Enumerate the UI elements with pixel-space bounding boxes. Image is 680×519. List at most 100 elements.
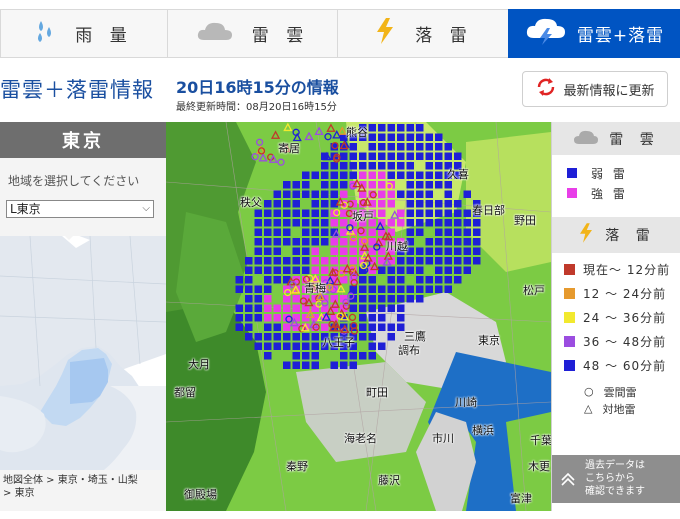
lightning-icon	[373, 17, 397, 50]
weak-thunder-cell	[311, 342, 319, 350]
weak-thunder-cell	[425, 133, 433, 141]
weak-thunder-cell	[454, 228, 462, 236]
weak-thunder-cell	[368, 162, 376, 170]
weak-thunder-cell	[321, 228, 329, 236]
weak-thunder-cell	[349, 152, 357, 160]
weak-thunder-cell	[235, 304, 243, 312]
weak-thunder-cell	[359, 276, 367, 284]
legend-swatch	[567, 188, 577, 198]
weak-thunder-cell	[473, 228, 481, 236]
map-label: 寄居	[278, 142, 300, 155]
sidebar: 東京 地域を選択してください L東京 ⌵ 地図全体 > 東京・埼玉・山梨 > 東京	[0, 122, 167, 511]
strong-thunder-cell	[330, 238, 338, 246]
region-minimap[interactable]	[0, 226, 167, 470]
weak-thunder-cell	[387, 333, 395, 341]
weak-thunder-cell	[340, 162, 348, 170]
breadcrumb-item[interactable]: 地図全体	[3, 475, 43, 486]
past-data-button[interactable]: 過去データは こちらから 確認できます	[552, 455, 680, 503]
weak-thunder-cell	[254, 247, 262, 255]
weak-thunder-cell	[406, 152, 414, 160]
weak-thunder-cell	[245, 276, 253, 284]
map-label: 春日部	[472, 204, 505, 217]
weak-thunder-cell	[435, 257, 443, 265]
weak-thunder-cell	[264, 266, 272, 274]
weak-thunder-cell	[264, 247, 272, 255]
weak-thunder-cell	[340, 352, 348, 360]
strong-thunder-cell	[359, 171, 367, 179]
chevron-up-icon	[560, 471, 576, 491]
weak-thunder-cell	[463, 190, 471, 198]
weak-thunder-cell	[283, 228, 291, 236]
strong-thunder-cell	[283, 304, 291, 312]
weak-thunder-cell	[302, 257, 310, 265]
weak-thunder-cell	[416, 200, 424, 208]
weak-thunder-cell	[444, 285, 452, 293]
weak-thunder-cell	[292, 333, 300, 341]
weak-thunder-cell	[254, 342, 262, 350]
refresh-button[interactable]: 最新情報に更新	[522, 71, 668, 107]
strong-thunder-cell	[264, 295, 272, 303]
weak-thunder-cell	[463, 238, 471, 246]
weak-thunder-cell	[416, 152, 424, 160]
weak-thunder-cell	[387, 266, 395, 274]
weak-thunder-cell	[292, 257, 300, 265]
legend-strike-0: 現在～ 12分前	[552, 257, 680, 281]
weak-thunder-cell	[254, 333, 262, 341]
weak-thunder-cell	[378, 295, 386, 303]
map-label: 大月	[188, 358, 210, 371]
weak-thunder-cell	[463, 228, 471, 236]
weak-thunder-cell	[435, 171, 443, 179]
weak-thunder-cell	[359, 314, 367, 322]
tab-cloud-lightning[interactable]: 雷雲+落雷	[508, 9, 680, 58]
weak-thunder-cell	[435, 276, 443, 284]
legend-swatch	[564, 263, 575, 275]
breadcrumb-item[interactable]: 東京・埼玉・山梨	[58, 475, 138, 486]
weak-thunder-cell	[264, 200, 272, 208]
weak-thunder-cell	[425, 143, 433, 151]
weak-thunder-cell	[425, 209, 433, 217]
weak-thunder-cell	[397, 143, 405, 151]
weak-thunder-cell	[425, 181, 433, 189]
weak-thunder-cell	[254, 304, 262, 312]
tab-cloud[interactable]: 雷 雲	[167, 9, 337, 58]
weak-thunder-cell	[444, 200, 452, 208]
tab-cloud-label: 雷 雲	[251, 26, 310, 46]
strong-thunder-cell	[321, 323, 329, 331]
weak-thunder-cell	[273, 276, 281, 284]
tab-rain[interactable]: 雨 量	[0, 9, 167, 58]
weak-thunder-cell	[397, 190, 405, 198]
weak-thunder-cell	[435, 247, 443, 255]
strong-thunder-cell	[368, 181, 376, 189]
header: 雷雲＋落雷情報 20日16時15分の情報 最終更新時間：08月20日16時15分…	[0, 58, 680, 122]
weak-thunder-cell	[283, 361, 291, 369]
legend-cloud-to-cloud: ○ 雲間雷	[552, 383, 680, 400]
weak-thunder-cell	[397, 266, 405, 274]
strong-thunder-cell	[283, 323, 291, 331]
weak-thunder-cell	[368, 304, 376, 312]
weak-thunder-cell	[302, 342, 310, 350]
tab-cloud-lightning-label: 雷雲+落雷	[576, 26, 665, 46]
region-select-value: L東京	[10, 202, 41, 216]
breadcrumb-item[interactable]: 東京	[15, 488, 35, 499]
weak-thunder-cell	[368, 124, 376, 132]
weak-thunder-cell	[235, 323, 243, 331]
tab-lightning[interactable]: 落 雷	[337, 9, 508, 58]
legend-strike-header: 落 雷	[552, 217, 680, 253]
weak-thunder-cell	[273, 219, 281, 227]
strong-thunder-cell	[330, 257, 338, 265]
weak-thunder-cell	[292, 342, 300, 350]
weak-thunder-cell	[359, 304, 367, 312]
legend-strike-4: 48 ～ 60分前	[552, 353, 680, 377]
weak-thunder-cell	[454, 247, 462, 255]
weak-thunder-cell	[302, 228, 310, 236]
weak-thunder-cell	[359, 295, 367, 303]
weak-thunder-cell	[444, 152, 452, 160]
region-select[interactable]: L東京 ⌵	[6, 200, 154, 218]
weak-thunder-cell	[245, 304, 253, 312]
lightning-map[interactable]: 秩父 寄居 熊谷 久喜 春日部 野田 坂戸 川越 青梅 八王子 三鷹 調布 東京…	[166, 122, 551, 511]
weak-thunder-cell	[387, 143, 395, 151]
weak-thunder-cell	[425, 162, 433, 170]
weak-thunder-cell	[473, 247, 481, 255]
strong-thunder-cell	[387, 219, 395, 227]
lightning-icon	[577, 222, 595, 248]
